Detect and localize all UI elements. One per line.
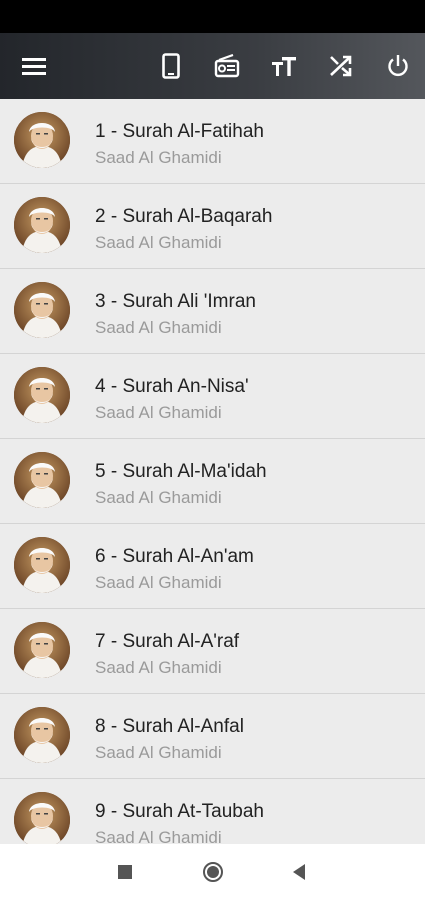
reciter-avatar [14, 622, 70, 678]
surah-title: 5 - Surah Al-Ma'idah [95, 461, 267, 482]
surah-list-item[interactable]: 7 - Surah Al-A'raf Saad Al Ghamidi [0, 609, 425, 694]
surah-list-item[interactable]: 4 - Surah An-Nisa' Saad Al Ghamidi [0, 354, 425, 439]
phone-icon[interactable] [149, 33, 193, 99]
reciter-avatar [14, 537, 70, 593]
reciter-name: Saad Al Ghamidi [95, 403, 222, 422]
reciter-avatar [14, 792, 70, 844]
reciter-name: Saad Al Ghamidi [95, 828, 222, 844]
back-icon[interactable] [285, 858, 313, 886]
reciter-name: Saad Al Ghamidi [95, 573, 222, 592]
reciter-avatar [14, 452, 70, 508]
radio-icon[interactable] [205, 33, 249, 99]
surah-list-item[interactable]: 1 - Surah Al-Fatihah Saad Al Ghamidi [0, 99, 425, 184]
home-icon[interactable] [199, 858, 227, 886]
status-bar [0, 0, 425, 33]
reciter-name: Saad Al Ghamidi [95, 488, 222, 507]
surah-title: 1 - Surah Al-Fatihah [95, 121, 264, 142]
power-icon[interactable] [376, 33, 420, 99]
reciter-name: Saad Al Ghamidi [95, 318, 222, 337]
reciter-name: Saad Al Ghamidi [95, 658, 222, 677]
recents-icon[interactable] [111, 858, 139, 886]
reciter-name: Saad Al Ghamidi [95, 233, 222, 252]
surah-list-item[interactable]: 5 - Surah Al-Ma'idah Saad Al Ghamidi [0, 439, 425, 524]
surah-list-item[interactable]: 9 - Surah At-Taubah Saad Al Ghamidi [0, 779, 425, 844]
surah-list-item[interactable]: 2 - Surah Al-Baqarah Saad Al Ghamidi [0, 184, 425, 269]
reciter-avatar [14, 197, 70, 253]
reciter-avatar [14, 282, 70, 338]
surah-title: 9 - Surah At-Taubah [95, 801, 264, 822]
reciter-name: Saad Al Ghamidi [95, 148, 222, 167]
reciter-avatar [14, 112, 70, 168]
surah-title: 6 - Surah Al-An'am [95, 546, 254, 567]
menu-icon[interactable] [12, 33, 56, 99]
surah-title: 2 - Surah Al-Baqarah [95, 206, 273, 227]
surah-title: 3 - Surah Ali 'Imran [95, 291, 256, 312]
surah-title: 8 - Surah Al-Anfal [95, 716, 244, 737]
text-size-icon[interactable] [262, 33, 306, 99]
reciter-avatar [14, 707, 70, 763]
reciter-avatar [14, 367, 70, 423]
surah-title: 7 - Surah Al-A'raf [95, 631, 240, 652]
app-bar [0, 33, 425, 99]
system-nav-bar [0, 844, 425, 900]
surah-list-item[interactable]: 8 - Surah Al-Anfal Saad Al Ghamidi [0, 694, 425, 779]
surah-title: 4 - Surah An-Nisa' [95, 376, 249, 397]
shuffle-icon[interactable] [319, 33, 363, 99]
surah-list: 1 - Surah Al-Fatihah Saad Al Ghamidi 2 -… [0, 99, 425, 844]
surah-list-item[interactable]: 6 - Surah Al-An'am Saad Al Ghamidi [0, 524, 425, 609]
surah-list-item[interactable]: 3 - Surah Ali 'Imran Saad Al Ghamidi [0, 269, 425, 354]
reciter-name: Saad Al Ghamidi [95, 743, 222, 762]
